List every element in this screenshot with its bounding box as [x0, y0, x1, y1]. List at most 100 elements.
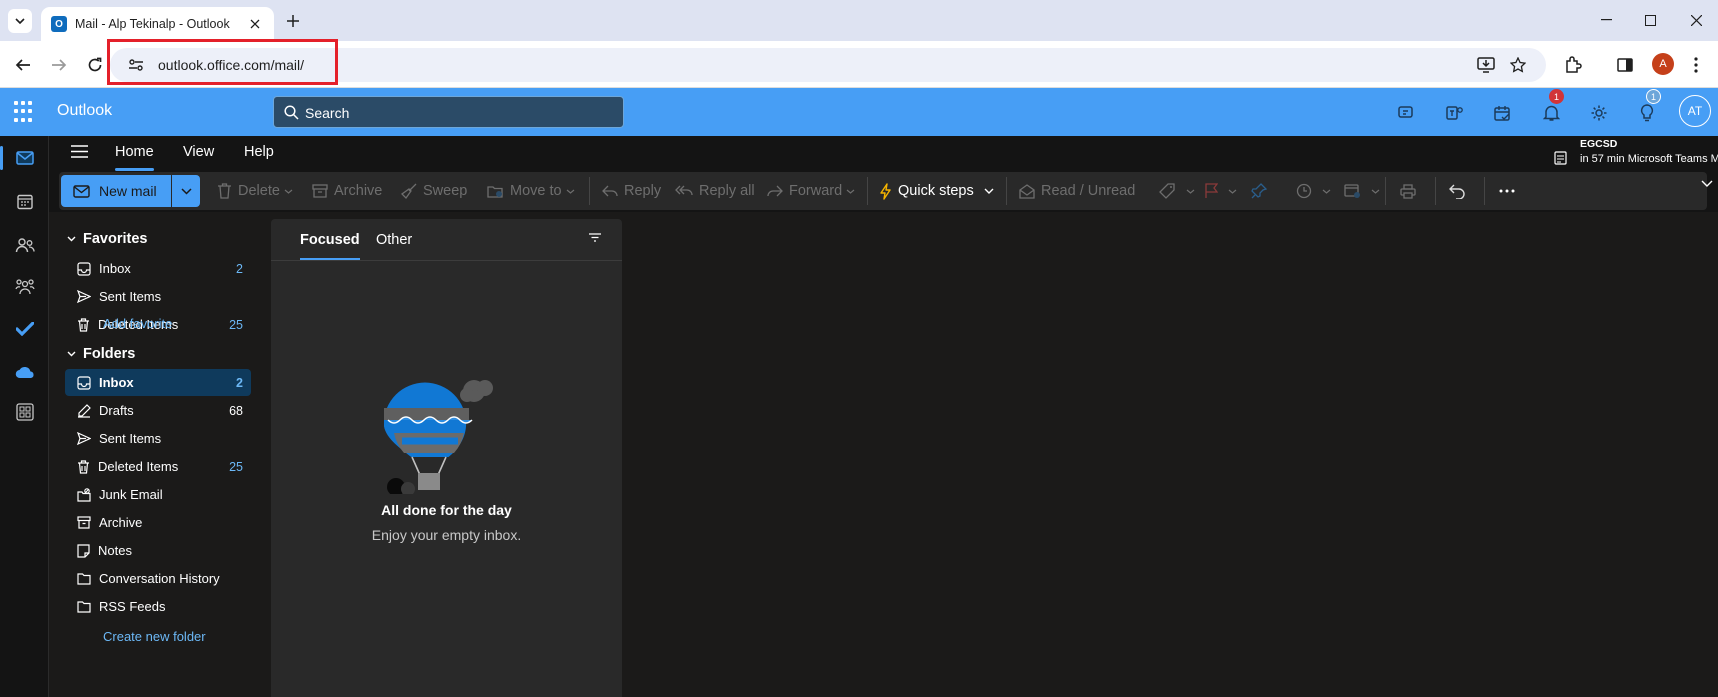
onedrive-app-icon[interactable]: [0, 352, 49, 392]
notification-badge: 1: [1549, 89, 1564, 104]
tab-focused[interactable]: Focused: [300, 232, 360, 260]
lightbulb-icon[interactable]: [1636, 102, 1658, 124]
sweep-button[interactable]: Sweep: [401, 172, 467, 210]
gear-icon[interactable]: [1588, 102, 1610, 124]
reply-icon: [602, 185, 618, 196]
toolbar-divider: [1006, 177, 1007, 205]
folder-drafts[interactable]: Drafts 68: [65, 397, 251, 424]
mail-app-icon[interactable]: [0, 138, 49, 178]
trash-icon: [78, 317, 89, 332]
folder-label: Junk Email: [99, 487, 163, 502]
item-count: 68: [229, 403, 243, 418]
add-favorite-link[interactable]: Add favorite: [103, 316, 172, 331]
browser-menu-button[interactable]: [1683, 52, 1709, 78]
ribbon: Home View Help EGCSD in 57 min Microsoft…: [49, 136, 1718, 212]
folder-notes[interactable]: Notes: [65, 537, 251, 564]
forward-mail-button[interactable]: Forward: [767, 172, 855, 210]
search-input[interactable]: Search: [273, 96, 624, 128]
folders-header[interactable]: Folders: [67, 346, 135, 362]
archive-button[interactable]: Archive: [312, 172, 382, 210]
tab-other[interactable]: Other: [376, 232, 412, 248]
archive-icon: [312, 184, 328, 198]
folder-sent-items[interactable]: Sent Items: [65, 425, 251, 452]
my-day-icon[interactable]: [1492, 102, 1514, 124]
teams-icon[interactable]: [1444, 102, 1466, 124]
print-button[interactable]: [1400, 172, 1422, 210]
folder-label: Deleted Items: [98, 459, 179, 474]
snooze-button[interactable]: [1296, 172, 1331, 210]
groups-app-icon[interactable]: [0, 267, 49, 307]
tab-home[interactable]: Home: [115, 144, 154, 171]
favorite-sent-items[interactable]: Sent Items: [65, 283, 251, 310]
calendar-app-icon[interactable]: [0, 182, 49, 222]
undo-button[interactable]: [1449, 172, 1471, 210]
reload-button[interactable]: [82, 52, 108, 78]
new-mail-dropdown[interactable]: [172, 175, 200, 207]
outlook-favicon: O: [51, 16, 67, 32]
delete-button[interactable]: Delete: [217, 172, 293, 210]
folder-deleted-items[interactable]: Deleted Items 25: [65, 453, 251, 480]
plus-icon: [287, 15, 299, 27]
browser-tab[interactable]: O Mail - Alp Tekinalp - Outlook: [41, 7, 274, 41]
folder-rss-feeds[interactable]: RSS Feeds: [65, 593, 251, 620]
account-avatar[interactable]: AT: [1679, 95, 1711, 127]
more-vertical-icon: [1694, 57, 1698, 73]
move-to-button[interactable]: Move to: [487, 172, 575, 210]
favorite-inbox[interactable]: Inbox 2: [65, 255, 251, 282]
meeting-title: EGCSD: [1580, 138, 1618, 150]
sweep-label: Sweep: [423, 183, 468, 199]
create-new-folder-link[interactable]: Create new folder: [103, 629, 206, 644]
close-window-button[interactable]: [1682, 8, 1710, 32]
toolbar-divider: [867, 177, 868, 205]
tab-help[interactable]: Help: [244, 144, 274, 160]
todo-app-icon[interactable]: [0, 309, 49, 349]
install-app-icon[interactable]: [1476, 55, 1496, 75]
categorize-button[interactable]: [1159, 172, 1195, 210]
rules-button[interactable]: [1344, 172, 1380, 210]
unread-count: 2: [236, 261, 243, 276]
close-tab-icon[interactable]: [246, 15, 264, 33]
app-name[interactable]: Outlook: [57, 102, 112, 120]
new-tab-button[interactable]: [283, 11, 303, 31]
forward-button[interactable]: [46, 52, 72, 78]
side-panel-icon: [1617, 58, 1633, 72]
tab-search-button[interactable]: [8, 9, 32, 33]
profile-avatar[interactable]: A: [1652, 53, 1674, 75]
side-panel-button[interactable]: [1612, 52, 1638, 78]
minimize-button[interactable]: [1592, 8, 1620, 32]
app-launcher-icon[interactable]: [14, 101, 36, 123]
back-button[interactable]: [10, 52, 36, 78]
reply-button[interactable]: Reply: [602, 172, 661, 210]
folder-archive[interactable]: Archive: [65, 509, 251, 536]
tab-view[interactable]: View: [183, 144, 214, 160]
filter-icon[interactable]: [589, 233, 601, 242]
reply-all-button[interactable]: Reply all: [675, 172, 755, 210]
reply-all-icon: [675, 185, 693, 195]
maximize-button[interactable]: [1636, 8, 1664, 32]
favorites-header[interactable]: Favorites: [67, 231, 147, 247]
empty-state-title: All done for the day: [381, 502, 512, 518]
folder-label: Archive: [99, 515, 143, 530]
quick-steps-button[interactable]: Quick steps: [879, 172, 994, 210]
tips-badge: 1: [1646, 89, 1661, 104]
arrow-right-icon: [52, 59, 67, 71]
flag-icon: [1205, 183, 1218, 198]
folder-inbox[interactable]: Inbox 2: [65, 369, 251, 396]
forward-label: Forward: [789, 183, 843, 199]
pin-button[interactable]: [1251, 172, 1273, 210]
bookmark-star-icon[interactable]: [1508, 55, 1528, 75]
read-unread-button[interactable]: Read / Unread: [1019, 172, 1135, 210]
teams-chat-icon[interactable]: [1396, 102, 1418, 124]
archive-label: Archive: [334, 183, 383, 199]
more-options-button[interactable]: [1499, 172, 1521, 210]
extensions-button[interactable]: [1560, 52, 1586, 78]
flag-button[interactable]: [1205, 172, 1237, 210]
folder-conversation-history[interactable]: Conversation History: [65, 565, 251, 592]
bell-icon[interactable]: [1540, 102, 1562, 124]
more-apps-icon[interactable]: [0, 392, 49, 432]
people-app-icon[interactable]: [0, 225, 49, 265]
new-mail-button[interactable]: New mail: [61, 175, 171, 207]
hamburger-menu-icon[interactable]: [71, 145, 88, 158]
expand-ribbon-icon[interactable]: [1701, 180, 1713, 187]
folder-junk-email[interactable]: Junk Email: [65, 481, 251, 508]
